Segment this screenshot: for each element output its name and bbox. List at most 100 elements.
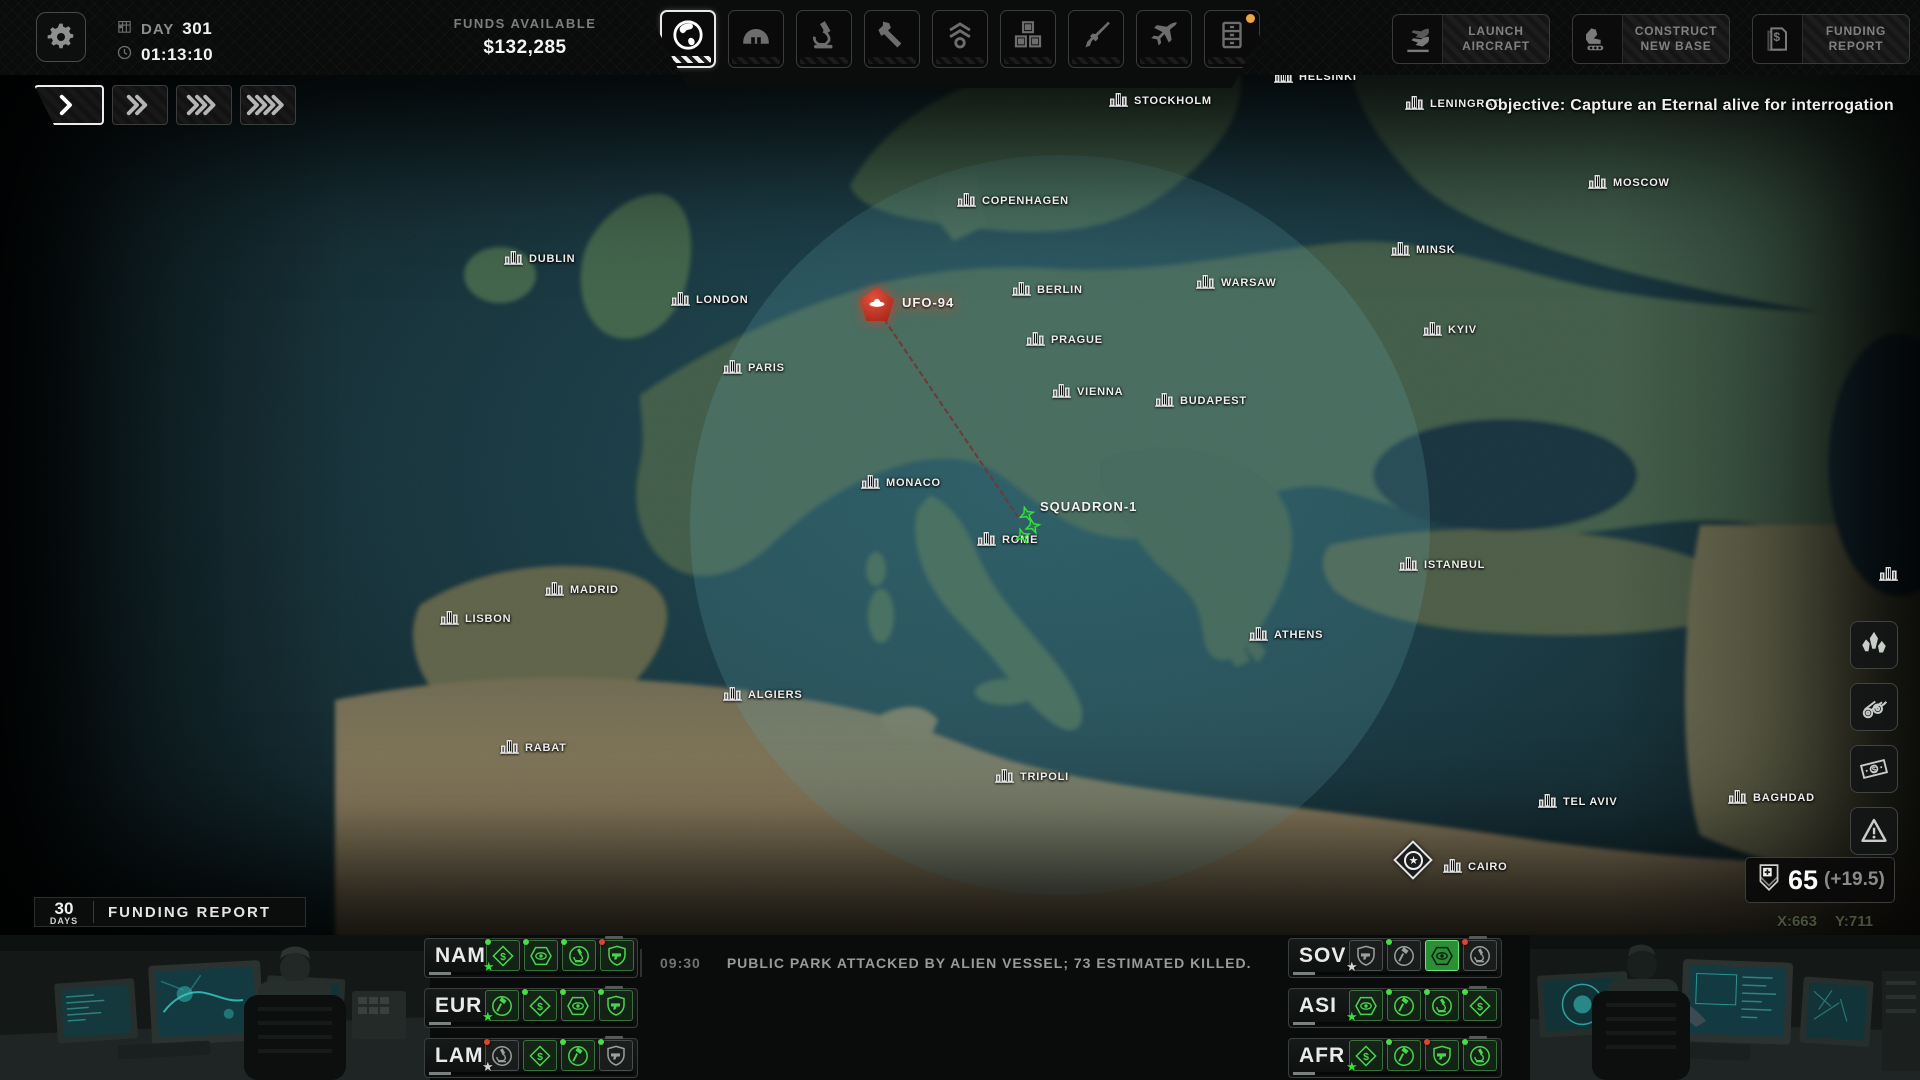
status-dot-green [560, 1039, 566, 1045]
region-slot-microscope[interactable]: ★ [482, 1039, 519, 1074]
world-map[interactable]: STOCKHOLM HELSINKI LENINGRAD MOSCOW COPENHAG… [0, 75, 1920, 935]
region-slot-gavel[interactable] [1386, 989, 1421, 1021]
region-status-slots: $ ★ [483, 939, 634, 974]
day-value: 301 [182, 19, 213, 38]
eye-icon [1431, 946, 1453, 965]
nav-geoscape-button[interactable] [660, 10, 716, 68]
coord-x: X:663 [1776, 913, 1817, 930]
region-slot-microscope[interactable] [560, 939, 596, 971]
region-slot-pistol[interactable] [598, 1039, 633, 1071]
nav-research-button[interactable] [796, 10, 852, 68]
nav-engineering-button[interactable] [864, 10, 920, 68]
cursor-coordinates: X:663 Y:711 [1740, 913, 1910, 930]
action-buttons: LAUNCH AIRCRAFT CONSTRUCT NEW BASE $ FUNDI… [1392, 14, 1910, 64]
region-panel-sov[interactable]: SOV ★ [1288, 936, 1502, 978]
funds-label: FUNDS AVAILABLE [453, 16, 597, 31]
time-speed-2-button[interactable] [112, 85, 168, 125]
status-dot-green [598, 989, 604, 995]
region-slot-pistol[interactable] [1424, 1039, 1459, 1071]
construct-new-base-button[interactable]: CONSTRUCT NEW BASE [1572, 14, 1730, 64]
region-label: LAM [435, 1043, 484, 1067]
region-label: EUR [435, 993, 483, 1017]
region-slot-eye[interactable] [560, 989, 595, 1021]
pistol-icon [1433, 1045, 1451, 1066]
nav-archive-button[interactable] [1204, 10, 1260, 68]
gavel-icon [1394, 1045, 1414, 1066]
region-slot-pistol[interactable] [598, 989, 633, 1021]
region-slot-gavel[interactable] [1386, 939, 1421, 971]
time-speed-1-button[interactable] [34, 85, 104, 125]
squadron-marker[interactable]: SQUADRON-1 [1006, 499, 1136, 557]
overlay-alloys-button[interactable] [1850, 683, 1898, 731]
region-slot-gavel[interactable] [560, 1039, 595, 1071]
nav-armory-button[interactable] [1068, 10, 1124, 68]
funds-value: $132,285 [483, 37, 567, 58]
time-speed-4-button[interactable] [240, 85, 296, 125]
region-panel-afr[interactable]: AFR $ ★ [1288, 1036, 1502, 1078]
region-slot-microscope[interactable] [1462, 1039, 1497, 1071]
status-dot-green [560, 939, 567, 945]
region-panels-right: SOV ★ ASI ★ $ AFR $ ★ [1288, 936, 1502, 1078]
status-dot-red [484, 1039, 490, 1045]
region-slot-dollar[interactable]: $ ★ [1346, 1040, 1383, 1074]
region-slot-dollar[interactable]: $ ★ [483, 939, 520, 974]
nav-aircraft-button[interactable] [1136, 10, 1192, 68]
main-nav-strip [642, 0, 1278, 88]
svg-text:$: $ [1363, 1050, 1369, 1062]
xenonaut-base-marker[interactable]: ★ [1393, 840, 1434, 881]
ufo-icon [869, 298, 885, 307]
region-panel-eur[interactable]: EUR ★ $ [424, 986, 638, 1028]
region-slot-dollar[interactable]: $ [1462, 989, 1497, 1021]
funding-report-countdown[interactable]: 30 DAYS FUNDING REPORT [34, 897, 306, 927]
date-time-block: DAY 301 01:13:10 [116, 18, 213, 70]
status-dot-green [1386, 1039, 1392, 1045]
microscope-icon [568, 945, 589, 966]
settings-button[interactable] [36, 12, 86, 62]
base-star-icon: ★ [1404, 851, 1423, 870]
dollar-icon: $ [1469, 994, 1491, 1017]
overlay-funds-button[interactable]: $ [1850, 745, 1898, 793]
region-slot-microscope[interactable] [1424, 989, 1459, 1021]
overlay-alerts-button[interactable] [1850, 807, 1898, 855]
terrain-art [335, 75, 1920, 935]
money-icon: $ [1859, 758, 1889, 780]
region-slot-dollar[interactable]: $ [522, 989, 557, 1021]
hatch-stripe [936, 57, 984, 64]
ticker-time: 09:30 [660, 955, 701, 971]
launch-aircraft-button[interactable]: LAUNCH AIRCRAFT [1392, 14, 1550, 64]
divider [93, 901, 94, 923]
region-progress-bar [429, 1022, 633, 1025]
region-slot-microscope[interactable] [1462, 939, 1497, 971]
funding-report-button[interactable]: $ FUNDING REPORT [1752, 14, 1910, 64]
region-panel-asi[interactable]: ASI ★ $ [1288, 986, 1502, 1028]
region-slot-gavel[interactable]: ★ [482, 990, 519, 1024]
funding-bar-label: FUNDING REPORT [108, 903, 271, 921]
region-slot-gavel[interactable] [1386, 1039, 1421, 1071]
notification-dot [1246, 14, 1255, 23]
nav-stores-button[interactable] [1000, 10, 1056, 68]
barrels-icon [1862, 700, 1888, 719]
dollar-doc-icon: $ [1753, 15, 1803, 63]
console-art-left [0, 935, 430, 1080]
nav-bases-button[interactable] [728, 10, 784, 68]
region-slot-eye[interactable] [522, 939, 558, 971]
region-slot-eye[interactable]: ★ [1346, 990, 1383, 1024]
region-panel-nam[interactable]: NAM $ ★ [424, 936, 638, 978]
status-dot-green [1462, 1039, 1468, 1045]
region-status-slots: ★ $ [1346, 989, 1497, 1024]
cabinet-icon [1215, 18, 1249, 52]
overlay-crystals-button[interactable] [1850, 621, 1898, 669]
nav-personnel-button[interactable] [932, 10, 988, 68]
region-label: AFR [1299, 1043, 1346, 1067]
region-slot-pistol[interactable]: ★ [1346, 940, 1383, 974]
svg-text:$: $ [1773, 30, 1780, 44]
gavel-icon [568, 1045, 588, 1066]
ufo-marker[interactable]: UFO-94 [860, 287, 953, 321]
region-slot-eye[interactable] [1425, 940, 1459, 971]
region-panel-lam[interactable]: LAM ★ $ [424, 1036, 638, 1078]
region-slot-pistol[interactable] [598, 939, 634, 971]
time-speed-3-button[interactable] [176, 85, 232, 125]
relations-score-panel: 65 (+19.5) [1745, 857, 1895, 903]
region-slot-dollar[interactable]: $ [523, 1040, 557, 1071]
hatch-stripe [868, 57, 916, 64]
